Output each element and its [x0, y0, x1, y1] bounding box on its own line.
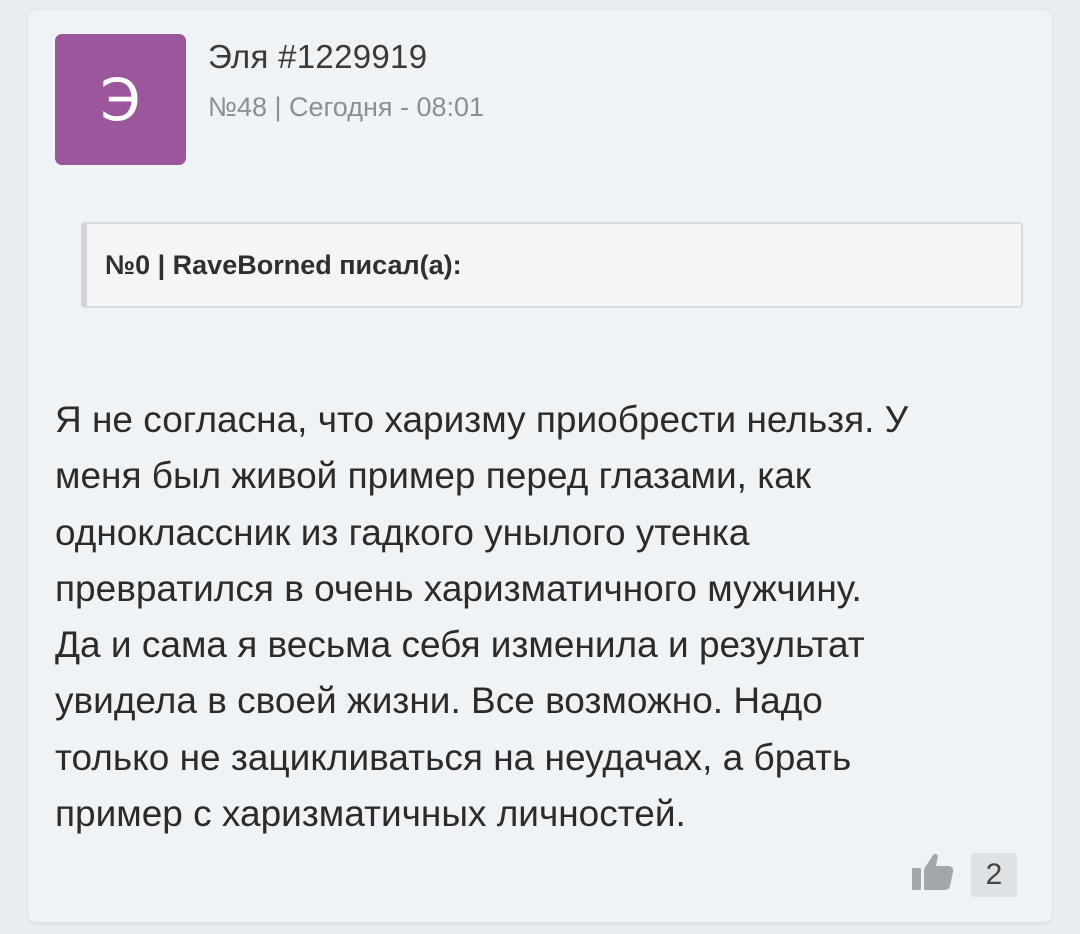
- post-text-line: только не зацикливаться на неудачах, а б…: [55, 736, 852, 778]
- avatar-letter: Э: [100, 65, 141, 134]
- post-text-line: пример с харизматичных личностей.: [55, 793, 686, 835]
- post-text-line: Да и сама я весьма себя изменила и резул…: [55, 624, 865, 666]
- post-text-line: одноклассник из гадкого унылого утенка: [55, 511, 750, 553]
- post-text: Я не согласна, что харизму приобрести не…: [55, 392, 1035, 842]
- post-meta: №48 | Сегодня - 08:01: [208, 92, 485, 122]
- post-text-line: превратился в очень харизматичного мужчи…: [55, 567, 862, 609]
- quote-block: №0 | RaveBorned писал(а):: [81, 222, 1023, 308]
- thumbs-up-icon[interactable]: [911, 852, 955, 892]
- post-card: Э Эля #1229919 №48 | Сегодня - 08:01 №0 …: [28, 10, 1052, 922]
- quote-header: №0 | RaveBorned писал(а):: [105, 250, 462, 280]
- post-text-line: увидела в своей жизни. Все возможно. Над…: [55, 680, 823, 722]
- post-text-line: Я не согласна, что харизму приобрести не…: [55, 399, 909, 440]
- avatar[interactable]: Э: [55, 34, 186, 165]
- post-author[interactable]: Эля #1229919: [208, 38, 427, 76]
- like-count[interactable]: 2: [971, 853, 1017, 897]
- post-text-line: меня был живой пример перед глазами, как: [55, 455, 811, 497]
